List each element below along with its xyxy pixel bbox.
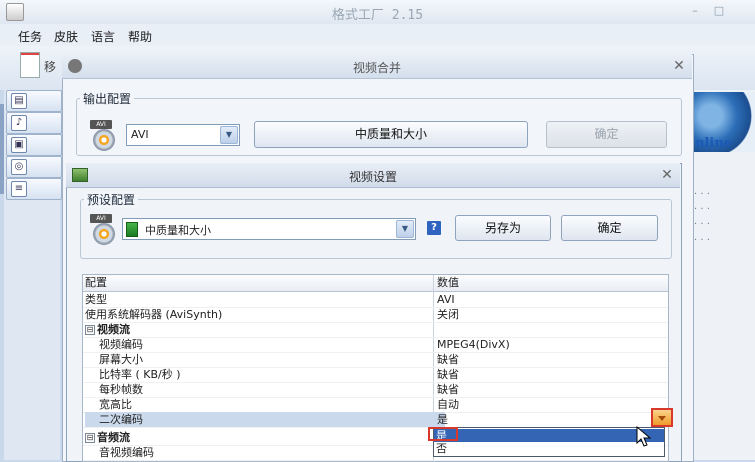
preset-value: 中质量和大小 — [145, 224, 211, 237]
preset-select[interactable]: 中质量和大小 ▼ — [122, 218, 416, 240]
app-title: 格式工厂 2.15 — [331, 8, 424, 23]
annotation-highlight — [428, 427, 458, 441]
row-name: 使用系统解码器 (AviSynth) — [85, 308, 223, 321]
grid-row[interactable]: 视频编码 MPEG4(DivX) — [83, 337, 668, 353]
menu-tasks[interactable]: 任务 — [18, 28, 42, 45]
row-name: 屏幕大小 — [99, 353, 143, 366]
maximize-button[interactable]: □ — [712, 4, 726, 17]
avi-format-icon: AVI — [90, 120, 116, 151]
grid-row[interactable]: 类型 AVI — [83, 292, 668, 308]
dropdown-arrow-button[interactable] — [651, 408, 673, 427]
output-format-select[interactable]: AVI ▼ — [126, 124, 240, 146]
chevron-down-icon[interactable]: ▼ — [220, 126, 238, 144]
online-brand: nline — [695, 136, 733, 151]
video-settings-title: 视频设置 — [348, 170, 397, 184]
film-icon — [68, 59, 82, 73]
row-value[interactable]: MPEG4(DivX) — [437, 337, 663, 352]
disc-icon: ◎ — [11, 159, 27, 175]
grid-row[interactable]: 屏幕大小 缺省 — [83, 352, 668, 368]
merge-dialog-title: 视频合并 — [352, 61, 401, 75]
grid-row[interactable]: 比特率 ( KB/秒 ) 缺省 — [83, 367, 668, 383]
row-name: 二次编码 — [85, 412, 445, 427]
avi-preset-icon: AVI — [90, 214, 116, 245]
help-icon[interactable]: ? — [427, 221, 441, 235]
row-value[interactable]: 关闭 — [437, 307, 663, 322]
grid-header-value: 数值 — [437, 276, 459, 289]
right-dots: . . . — [694, 232, 710, 243]
video-settings-icon — [72, 168, 88, 182]
sidebar-doc[interactable]: ≡ — [6, 178, 62, 200]
row-value[interactable]: 缺省 — [437, 352, 663, 367]
merge-dialog-title-bar: 视频合并 — [62, 54, 692, 79]
row-value[interactable]: 缺省 — [437, 367, 663, 382]
minimize-button[interactable]: – — [688, 4, 702, 17]
row-name: 每秒帧数 — [99, 383, 143, 396]
dropdown-list: 是 否 — [433, 427, 665, 457]
video-settings-close-icon[interactable]: ✕ — [660, 168, 674, 182]
remove-doc-icon[interactable] — [20, 52, 40, 78]
right-dots: . . . — [694, 216, 710, 227]
save-as-button[interactable]: 另存为 — [455, 215, 551, 241]
row-name: 音视频编码 — [99, 446, 154, 459]
row-value[interactable]: AVI — [437, 292, 663, 307]
app-title-bar: 格式工厂 2.15 – □ — [0, 0, 755, 25]
doc-icon: ≡ — [11, 181, 27, 197]
row-name: 宽高比 — [99, 398, 132, 411]
menu-language[interactable]: 语言 — [91, 28, 115, 45]
toolbar-label: 移 — [44, 60, 57, 74]
grid-header: 配置 数值 — [83, 275, 668, 292]
preset-quality-icon — [126, 222, 138, 237]
chevron-down-icon[interactable]: ▼ — [396, 220, 414, 238]
merge-close-icon[interactable]: ✕ — [672, 59, 686, 73]
row-value[interactable]: 是 — [437, 412, 663, 427]
right-dots: . . . — [694, 186, 710, 197]
grid-row[interactable]: 使用系统解码器 (AviSynth) 关闭 — [83, 307, 668, 323]
audio-icon: ♪ — [11, 115, 27, 131]
video-icon: ▤ — [11, 93, 27, 109]
right-dots: . . . — [694, 201, 710, 212]
grid-row[interactable]: 每秒帧数 缺省 — [83, 382, 668, 398]
mouse-cursor-icon — [636, 426, 652, 447]
sidebar-video[interactable]: ▤ — [6, 90, 62, 112]
sidebar: ▤ ♪ ▣ ◎ ≡ — [4, 90, 62, 460]
output-config-label: 输出配置 — [80, 90, 135, 107]
video-settings-title-bar: 视频设置 — [66, 163, 680, 188]
dropdown-option-yes[interactable]: 是 — [434, 429, 664, 442]
image-icon: ▣ — [11, 137, 27, 153]
row-value[interactable]: 自动 — [437, 397, 663, 412]
grid-row[interactable]: 宽高比 自动 — [83, 397, 668, 413]
collapse-icon[interactable]: ⊟ — [85, 325, 95, 335]
menu-bar: 任务 皮肤 语言 帮助 — [0, 24, 755, 47]
video-settings-ok-button[interactable]: 确定 — [561, 215, 658, 241]
collapse-icon[interactable]: ⊟ — [85, 433, 95, 443]
menu-skin[interactable]: 皮肤 — [54, 28, 78, 45]
section-name: 视频流 — [97, 323, 130, 336]
grid-row-selected[interactable]: 二次编码 是 — [83, 412, 668, 428]
merge-ok-button[interactable]: 确定 — [546, 121, 667, 148]
row-value[interactable]: 缺省 — [437, 382, 663, 397]
grid-header-name: 配置 — [85, 276, 107, 289]
sidebar-image[interactable]: ▣ — [6, 134, 62, 156]
grid-section-video[interactable]: ⊟ 视频流 — [83, 322, 668, 338]
section-name: 音频流 — [97, 431, 130, 444]
row-name: 比特率 ( KB/秒 ) — [99, 368, 181, 381]
menu-help[interactable]: 帮助 — [128, 28, 152, 45]
dropdown-option-no[interactable]: 否 — [434, 442, 664, 455]
sidebar-audio[interactable]: ♪ — [6, 112, 62, 134]
sidebar-disc[interactable]: ◎ — [6, 156, 62, 178]
chevron-down-icon — [658, 416, 666, 421]
output-format-value: AVI — [131, 128, 149, 141]
quality-button[interactable]: 中质量和大小 — [254, 121, 528, 148]
row-name: 视频编码 — [99, 338, 143, 351]
row-name: 类型 — [85, 293, 107, 306]
preset-config-label: 预设配置 — [84, 191, 139, 208]
